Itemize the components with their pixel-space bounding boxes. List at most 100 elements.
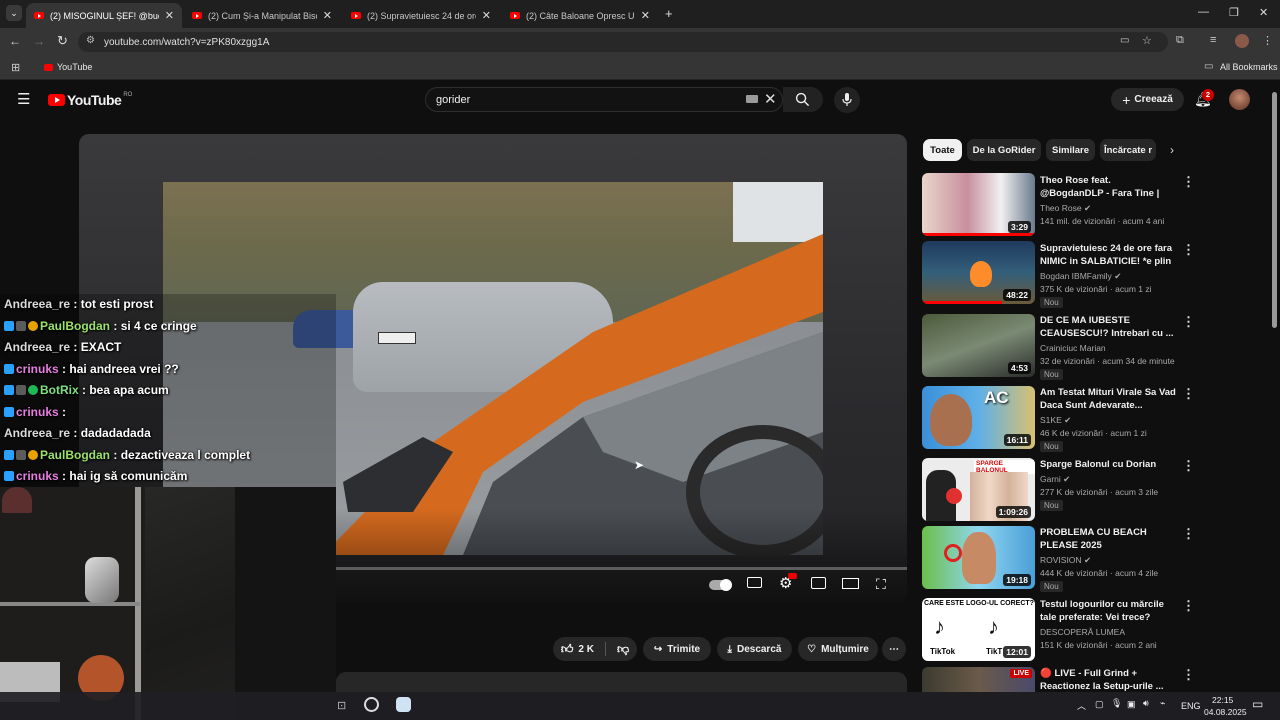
clear-search-icon[interactable]: ✕: [764, 90, 777, 108]
hamburger-menu-icon[interactable]: ☰: [17, 90, 30, 108]
cast-icon[interactable]: ▭: [1120, 35, 1129, 46]
video-thumbnail[interactable]: CARE ESTE LOGO-UL CORECT? ♪ ♪ TikTok Tik…: [922, 598, 1035, 661]
minimize-icon[interactable]: —: [1198, 6, 1209, 18]
video-menu-icon[interactable]: ⋮: [1182, 667, 1195, 683]
video-title[interactable]: DE CE MA IUBESTE CEAUSESCU!? Intrebari c…: [1040, 314, 1176, 340]
tray-icon[interactable]: ▣: [1127, 699, 1136, 710]
forward-icon[interactable]: →: [33, 34, 45, 48]
thanks-button[interactable]: ♡ Mulțumire: [798, 637, 878, 661]
logo-text: YouTube: [67, 92, 122, 108]
close-window-icon[interactable]: ✕: [1259, 6, 1268, 19]
clock-date[interactable]: 04.08.2025: [1204, 707, 1247, 717]
video-thumbnail[interactable]: SPARGE BALONUL 1:09:26: [922, 458, 1035, 521]
search-button[interactable]: [783, 87, 823, 112]
video-thumbnail[interactable]: AC 16:11: [922, 386, 1035, 449]
video-title[interactable]: Testul logourilor cu mărcile tale prefer…: [1040, 598, 1176, 624]
page-scrollbar[interactable]: [1272, 92, 1277, 328]
tab-1[interactable]: (2) Cum Și-a Manipulat Bisoi C ✕: [184, 3, 340, 28]
tray-chevron-icon[interactable]: ︿: [1077, 699, 1086, 712]
volume-icon[interactable]: 🔊︎: [1143, 698, 1149, 709]
chip-from-gorider[interactable]: De la GoRider: [967, 139, 1041, 161]
site-info-icon[interactable]: ⚙: [86, 35, 95, 46]
video-title[interactable]: PROBLEMA CU BEACH PLEASE 2025: [1040, 526, 1176, 552]
channel-name[interactable]: Garni ✔: [1040, 474, 1070, 485]
channel-name[interactable]: Bogdan IBMFamily ✔: [1040, 271, 1121, 282]
notification-center-icon[interactable]: ▭: [1252, 697, 1263, 711]
video-thumbnail[interactable]: LIVE: [922, 667, 1035, 692]
create-button[interactable]: + Creează: [1111, 88, 1184, 111]
tab-0[interactable]: (2) MISOGINUL ȘEF! @bucharest ✕: [26, 3, 182, 28]
fullscreen-icon[interactable]: ⛶: [876, 576, 886, 593]
reload-icon[interactable]: ↻: [57, 33, 68, 49]
like-button[interactable]: 👍︎ 2 K: [561, 642, 594, 657]
new-tab-button[interactable]: +: [665, 6, 673, 21]
close-icon[interactable]: ✕: [317, 9, 332, 22]
user-avatar[interactable]: [1229, 89, 1250, 110]
description-box[interactable]: [336, 672, 907, 692]
bookmark-youtube[interactable]: YouTube: [57, 62, 92, 72]
network-icon[interactable]: ⌁: [1160, 698, 1165, 709]
close-icon[interactable]: ✕: [159, 9, 174, 22]
back-icon[interactable]: ←: [9, 34, 21, 48]
extensions-icon[interactable]: ⧉: [1176, 34, 1184, 47]
miniplayer-icon[interactable]: [811, 577, 826, 589]
video-menu-icon[interactable]: ⋮: [1182, 386, 1195, 402]
video-menu-icon[interactable]: ⋮: [1182, 242, 1195, 258]
taskbar-app-icon[interactable]: ⊡: [337, 699, 346, 712]
tab-3[interactable]: (2) Câte Baloane Opresc Un Fie ✕: [502, 3, 658, 28]
theater-mode-icon[interactable]: [842, 578, 859, 589]
video-title[interactable]: Sparge Balonul cu Dorian Popa: [1040, 458, 1176, 471]
taskbar-app-icon[interactable]: [396, 697, 411, 712]
tab-2[interactable]: (2) Supravietuiesc 24 de ore fa ✕: [343, 3, 499, 28]
search-icon: [795, 92, 810, 107]
search-input[interactable]: gorider ✕: [425, 87, 783, 112]
chip-uploaded[interactable]: Încărcate r: [1100, 139, 1156, 161]
close-icon[interactable]: ✕: [635, 9, 650, 22]
dislike-button[interactable]: 👎︎: [617, 642, 629, 657]
channel-name[interactable]: DESCOPERĂ LUMEA: [1040, 627, 1125, 637]
close-icon[interactable]: ✕: [476, 9, 491, 22]
tray-icon[interactable]: ▢: [1095, 699, 1104, 710]
channel-name[interactable]: ROVISION ✔: [1040, 555, 1091, 566]
chip-related[interactable]: Similare: [1046, 139, 1095, 161]
chevron-right-icon[interactable]: ›: [1170, 143, 1174, 157]
obs-icon[interactable]: [364, 697, 379, 712]
browser-menu-icon[interactable]: ⋮: [1262, 34, 1273, 47]
bookmark-star-icon[interactable]: ☆: [1142, 34, 1152, 47]
video-menu-icon[interactable]: ⋮: [1182, 526, 1195, 542]
url-field[interactable]: ⚙ youtube.com/watch?v=zPK80xzgg1A ▭ ☆: [78, 32, 1168, 52]
channel-name[interactable]: Crainiciuc Marian: [1040, 343, 1106, 353]
video-title[interactable]: 🔴 LIVE - Full Grind + Reactionez la Setu…: [1040, 667, 1176, 692]
clock-time[interactable]: 22:15: [1212, 695, 1233, 705]
microphone-icon[interactable]: 🎙︎: [1111, 698, 1122, 709]
profile-avatar[interactable]: [1235, 34, 1249, 48]
video-title[interactable]: Theo Rose feat. @BogdanDLP - Fara Tine |…: [1040, 174, 1176, 200]
video-thumbnail[interactable]: 48:22: [922, 241, 1035, 304]
share-button[interactable]: ↪ Trimite: [643, 637, 711, 661]
video-thumbnail[interactable]: 19:18: [922, 526, 1035, 589]
video-menu-icon[interactable]: ⋮: [1182, 174, 1195, 190]
youtube-logo[interactable]: YouTube RO: [48, 92, 132, 108]
subtitles-icon[interactable]: [747, 577, 762, 588]
video-menu-icon[interactable]: ⋮: [1182, 314, 1195, 330]
restore-icon[interactable]: ❐: [1229, 6, 1239, 19]
voice-search-button[interactable]: [834, 87, 860, 113]
video-menu-icon[interactable]: ⋮: [1182, 598, 1195, 614]
video-title[interactable]: Supravietuiesc 24 de ore fara NIMIC in S…: [1040, 242, 1176, 268]
download-button[interactable]: ⤓ Descarcă: [717, 637, 792, 661]
chip-all[interactable]: Toate: [923, 139, 962, 161]
media-controls-icon[interactable]: ≡: [1210, 34, 1216, 46]
channel-name[interactable]: S1KE ✔: [1040, 415, 1071, 426]
video-title[interactable]: Am Testat Mituri Virale Sa Vad Daca Sunt…: [1040, 386, 1176, 412]
more-actions-button[interactable]: ⋯: [882, 637, 906, 661]
channel-name[interactable]: Theo Rose ✔: [1040, 203, 1091, 214]
language-indicator[interactable]: ENG: [1181, 701, 1201, 711]
tab-search-button[interactable]: ⌄: [6, 5, 22, 21]
keyboard-icon[interactable]: [746, 95, 758, 103]
video-thumbnail[interactable]: 4:53: [922, 314, 1035, 377]
autoplay-toggle[interactable]: [709, 579, 732, 591]
apps-grid-icon[interactable]: ⊞: [11, 61, 20, 74]
video-thumbnail[interactable]: 3:29: [922, 173, 1035, 236]
video-menu-icon[interactable]: ⋮: [1182, 458, 1195, 474]
all-bookmarks-link[interactable]: All Bookmarks: [1220, 62, 1278, 72]
